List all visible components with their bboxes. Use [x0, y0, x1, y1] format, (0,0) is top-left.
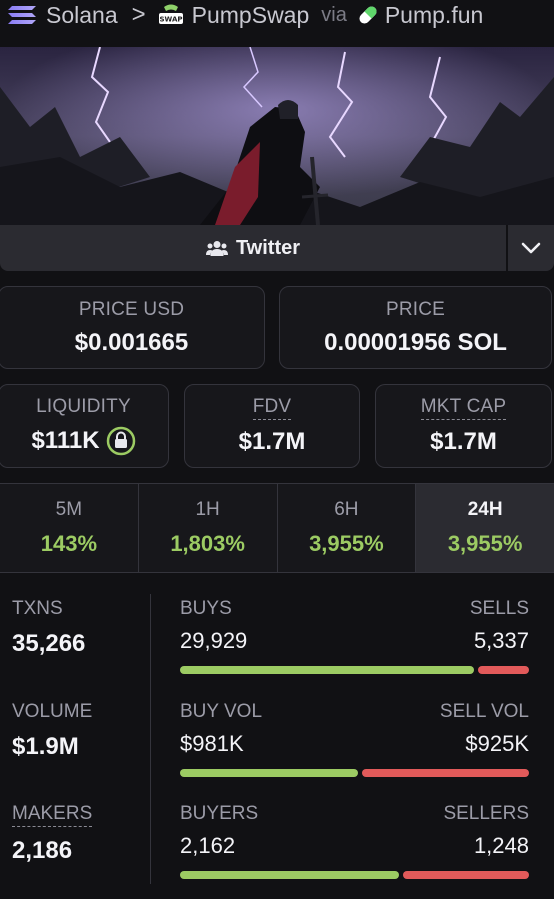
- sells-label: SELLS: [469, 598, 529, 619]
- timeframe-tabs: 5M 143% 1H 1,803% 6H 3,955% 24H 3,955%: [0, 483, 554, 573]
- chevron-right-icon: >: [131, 1, 146, 28]
- makers-stat: MAKERS 2,186: [12, 803, 93, 865]
- volume-label: VOLUME: [12, 701, 93, 722]
- users-icon: [205, 241, 228, 256]
- buy-vol-value: $981K: [180, 731, 244, 756]
- buys-label: BUYS: [180, 598, 232, 619]
- volume-value: $1.9M: [12, 733, 79, 760]
- makers-split-bar: [180, 871, 529, 879]
- tab-1h[interactable]: 1H 1,803%: [139, 484, 278, 572]
- makers-value: 2,186: [12, 837, 73, 864]
- stats-divider: [150, 594, 151, 884]
- tab-change: 3,955%: [447, 531, 523, 556]
- buys-sells-bar: [180, 666, 529, 674]
- sell-vol-value: $925K: [465, 731, 529, 756]
- txns-label: TXNS: [12, 598, 63, 619]
- sellers-bar-fill: [403, 871, 529, 879]
- tab-label: 1H: [195, 499, 220, 520]
- buys-value: 29,929: [180, 628, 248, 653]
- volume-split-bar: [180, 769, 529, 777]
- swap-badge-text: SWAP: [159, 16, 182, 24]
- price-native-value: 0.00001956 SOL: [324, 328, 507, 356]
- lock-icon[interactable]: [106, 426, 136, 456]
- makers-split-stat: BUYERS SELLERS 2,162 1,248: [180, 803, 529, 879]
- liquidity-value-row: $111K: [31, 426, 135, 456]
- price-usd-label: PRICE USD: [78, 298, 185, 320]
- liquidity-label: LIQUIDITY: [36, 396, 131, 417]
- tab-6h[interactable]: 6H 3,955%: [278, 484, 417, 572]
- buys-bar-fill: [180, 666, 475, 674]
- sells-bar-fill: [478, 666, 529, 674]
- fdv-card: FDV $1.7M: [184, 384, 360, 468]
- twitter-button[interactable]: Twitter: [0, 225, 508, 271]
- sells-value: 5,337: [473, 628, 529, 653]
- chevron-down-icon: [521, 242, 541, 254]
- buy-vol-label: BUY VOL: [180, 701, 263, 722]
- liquidity-value: $111K: [31, 427, 100, 454]
- tab-change: 3,955%: [309, 531, 384, 556]
- solana-logo-icon: [8, 6, 36, 24]
- breadcrumb: Solana > SWAP PumpSwap via Pump.fun: [0, 0, 554, 30]
- breadcrumb-via: via: [321, 3, 347, 26]
- pill-icon: [359, 6, 377, 24]
- makers-label[interactable]: MAKERS: [12, 803, 93, 827]
- breadcrumb-chain[interactable]: Solana: [46, 2, 118, 29]
- breadcrumb-dex[interactable]: PumpSwap: [192, 2, 310, 29]
- tab-label: 6H: [334, 499, 359, 520]
- liquidity-card: LIQUIDITY $111K: [0, 384, 169, 468]
- sell-vol-bar-fill: [361, 769, 529, 777]
- pumpswap-logo-icon: SWAP: [158, 4, 183, 24]
- breadcrumb-source[interactable]: Pump.fun: [385, 2, 483, 29]
- sell-vol-label: SELL VOL: [439, 701, 529, 722]
- tab-label: 5M: [55, 499, 83, 520]
- token-banner-image: [0, 47, 554, 225]
- tab-label: 24H: [467, 499, 503, 520]
- mktcap-value: $1.7M: [430, 428, 497, 455]
- sellers-value: 1,248: [473, 833, 529, 858]
- social-links-row: Twitter: [0, 225, 554, 271]
- price-native-card: PRICE 0.00001956 SOL: [279, 286, 552, 369]
- txns-value: 35,266: [12, 630, 86, 657]
- mktcap-label[interactable]: MKT CAP: [420, 396, 507, 420]
- mktcap-card: MKT CAP $1.7M: [375, 384, 552, 468]
- txns-stat: TXNS 35,266: [12, 598, 85, 658]
- buyers-label: BUYERS: [180, 803, 259, 824]
- fdv-value: $1.7M: [238, 428, 306, 455]
- tab-5m[interactable]: 5M 143%: [0, 484, 139, 572]
- more-links-button[interactable]: [508, 225, 554, 271]
- volume-stat: VOLUME $1.9M: [12, 701, 92, 761]
- buyers-bar-fill: [180, 871, 400, 879]
- buyers-value: 2,162: [180, 833, 236, 858]
- volume-split-stat: BUY VOL SELL VOL $981K $925K: [180, 701, 529, 777]
- tab-24h[interactable]: 24H 3,955%: [416, 484, 554, 572]
- price-usd-value: $0.001665: [74, 328, 189, 356]
- tab-change: 1,803%: [170, 531, 245, 556]
- buy-vol-bar-fill: [180, 769, 358, 777]
- buys-sells-stat: BUYS SELLS 29,929 5,337: [180, 598, 529, 674]
- sellers-label: SELLERS: [443, 803, 529, 824]
- price-usd-card: PRICE USD $0.001665: [0, 286, 265, 369]
- twitter-label: Twitter: [235, 236, 301, 259]
- price-native-label: PRICE: [385, 298, 446, 320]
- fdv-label[interactable]: FDV: [252, 396, 292, 420]
- tab-change: 143%: [40, 531, 98, 556]
- trading-stats: TXNS 35,266 VOLUME $1.9M MAKERS 2,186 BU…: [0, 574, 554, 899]
